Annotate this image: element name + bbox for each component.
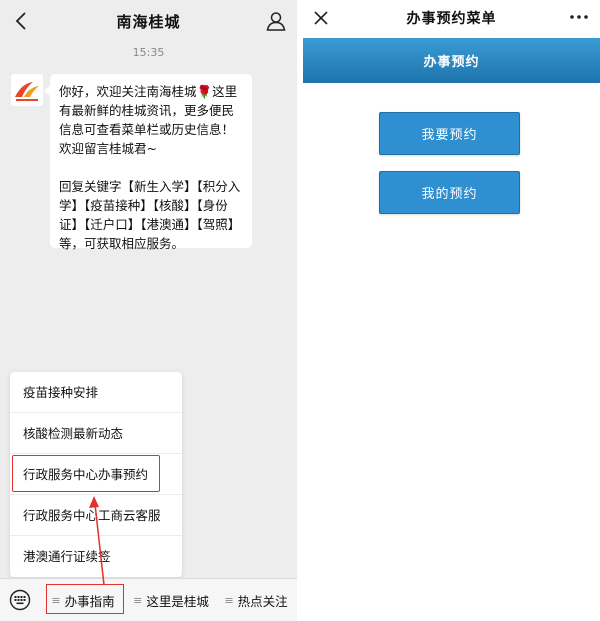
- menu-lines-icon: ≡: [133, 593, 143, 607]
- chat-header: 南海桂城: [0, 0, 297, 42]
- chat-title: 南海桂城: [116, 12, 181, 31]
- chat-panel: 南海桂城 15:35 你好，欢迎关注南海桂城🌹这里有最新鲜的桂城资讯，更多便民信…: [0, 0, 297, 621]
- bottom-menu-bar: ≡ 办事指南 ≡ 这里是桂城 ≡ 热点关注: [0, 578, 297, 621]
- rose-icon: 🌹: [196, 84, 213, 99]
- menu-item-vaccine[interactable]: 疫苗接种安排: [10, 372, 182, 413]
- tab-hot-topics[interactable]: ≡ 热点关注: [216, 579, 296, 621]
- keyboard-icon[interactable]: [0, 579, 40, 621]
- more-dots-icon[interactable]: [566, 5, 592, 29]
- booking-header: 办事预约菜单: [303, 0, 600, 36]
- my-appointments-button[interactable]: 我的预约: [379, 171, 520, 214]
- menu-item-hk-macau-pass[interactable]: 港澳通行证续签: [10, 536, 182, 577]
- back-icon[interactable]: [10, 10, 32, 32]
- account-avatar[interactable]: [11, 74, 43, 106]
- menu-item-business-service[interactable]: 行政服务中心工商云客服: [10, 495, 182, 536]
- message-time: 15:35: [132, 46, 165, 59]
- message-keywords: 回复关键字【新生入学】【积分入学】【疫苗接种】【核酸】【身份证】【迁户口】【港澳…: [59, 179, 241, 251]
- close-icon[interactable]: [309, 6, 333, 30]
- booking-panel: 办事预约菜单 办事预约 我要预约 我的预约: [303, 0, 600, 621]
- book-appointment-button[interactable]: 我要预约: [379, 112, 520, 155]
- menu-lines-icon: ≡: [224, 593, 234, 607]
- menu-item-nucleic-test[interactable]: 核酸检测最新动态: [10, 413, 182, 454]
- booking-banner: 办事预约: [303, 38, 600, 83]
- menu-item-appointment[interactable]: 行政服务中心办事预约: [10, 454, 182, 495]
- tab-hot-topics-label: 热点关注: [237, 593, 288, 609]
- person-icon[interactable]: [265, 10, 287, 32]
- tab-this-is-guicheng[interactable]: ≡ 这里是桂城: [126, 579, 216, 621]
- booking-title: 办事预约菜单: [406, 11, 497, 27]
- tab-service-guide-label: 办事指南: [64, 593, 115, 609]
- menu-lines-icon: ≡: [51, 593, 61, 607]
- tab-this-is-guicheng-label: 这里是桂城: [146, 593, 209, 609]
- message-greeting: 你好，欢迎关注南海桂城: [59, 84, 197, 99]
- welcome-message: 你好，欢迎关注南海桂城🌹这里有最新鲜的桂城资讯，更多便民信息可查看菜单栏或历史信…: [44, 74, 252, 251]
- logo-icon: [15, 82, 39, 101]
- tab-service-guide[interactable]: ≡ 办事指南: [40, 579, 126, 621]
- submenu-popup: 疫苗接种安排 核酸检测最新动态 行政服务中心办事预约 行政服务中心工商云客服 港…: [10, 372, 182, 577]
